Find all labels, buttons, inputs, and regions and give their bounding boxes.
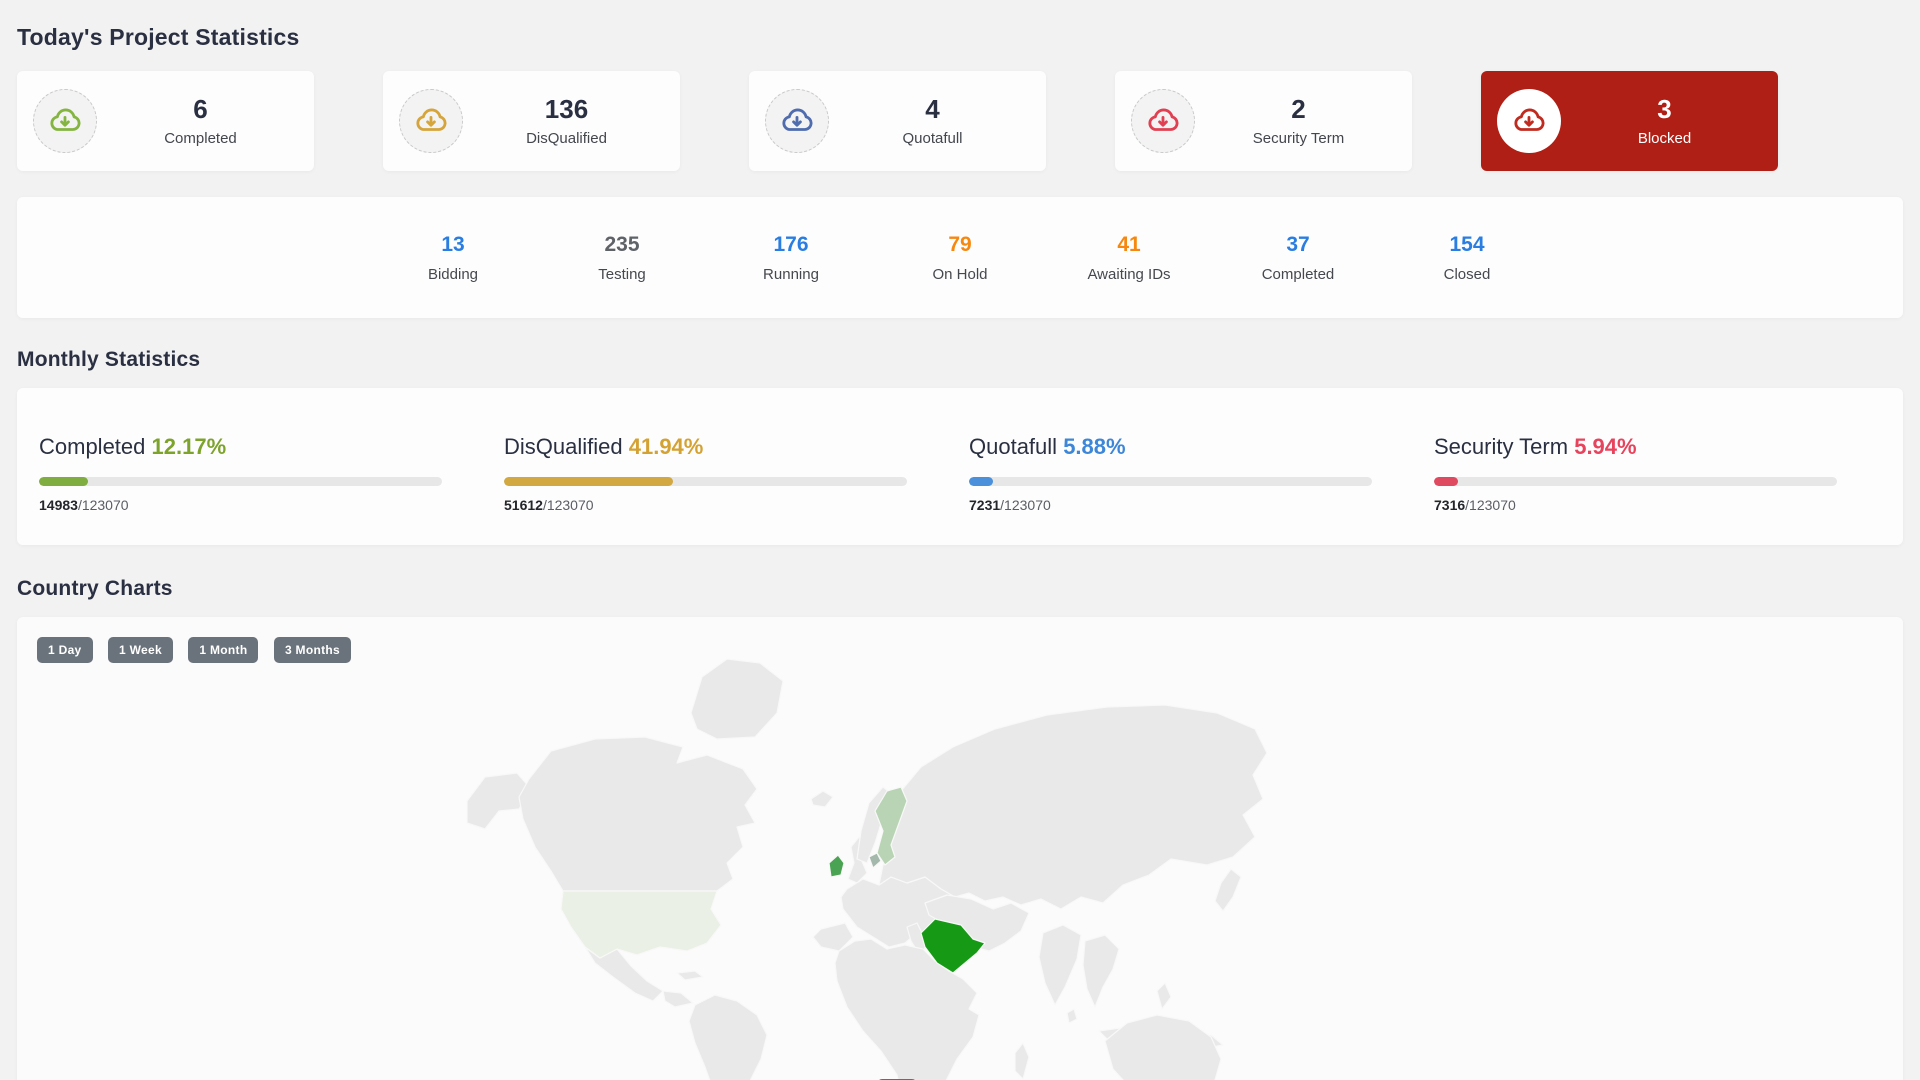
world-map[interactable] xyxy=(455,651,1275,1080)
stat-value: 3 xyxy=(1657,93,1672,124)
cloud-download-icon xyxy=(399,89,463,153)
stat-value: 2 xyxy=(1291,93,1306,124)
status-label: Completed xyxy=(1261,265,1335,283)
stat-label: Security Term xyxy=(1252,130,1345,148)
progress-fill xyxy=(39,477,89,486)
monthly-disqualified: DisQualified 41.94% 51612/123070 xyxy=(504,434,969,545)
card-security-term[interactable]: 2 Security Term xyxy=(1115,71,1412,171)
status-label: Awaiting IDs xyxy=(1087,265,1171,283)
status-value: 79 xyxy=(948,232,972,256)
monthly-total: 123070 xyxy=(81,497,129,513)
cloud-download-icon xyxy=(1131,89,1195,153)
card-disqualified[interactable]: 136 DisQualified xyxy=(383,71,680,171)
status-value: 37 xyxy=(1286,232,1310,256)
monthly-total: 123070 xyxy=(546,497,594,513)
monthly-value: 7231 xyxy=(969,497,1001,513)
map-country-ireland xyxy=(828,854,845,878)
status-completed[interactable]: 37 Completed xyxy=(1214,233,1383,283)
map-land xyxy=(466,658,1268,1080)
card-completed[interactable]: 6 Completed xyxy=(17,71,314,171)
cloud-download-icon xyxy=(1497,89,1561,153)
range-button-1-week[interactable]: 1 Week xyxy=(107,637,173,663)
page-title: Today's Project Statistics xyxy=(17,24,300,50)
status-value: 154 xyxy=(1449,232,1485,256)
monthly-statistics-title: Monthly Statistics xyxy=(17,348,201,371)
progress-fill xyxy=(969,477,993,486)
monthly-total: 123070 xyxy=(1004,497,1051,513)
range-button-1-month[interactable]: 1 Month xyxy=(188,637,259,663)
monthly-label: Completed xyxy=(39,434,146,459)
monthly-total: 123070 xyxy=(1469,497,1516,513)
progress-fill xyxy=(1434,477,1458,486)
stat-label: Completed xyxy=(164,130,237,148)
status-value: 235 xyxy=(604,232,640,256)
cloud-download-icon xyxy=(765,89,829,153)
monthly-percent: 12.17% xyxy=(151,434,227,459)
stat-label: DisQualified xyxy=(526,130,607,148)
range-button-3-months[interactable]: 3 Months xyxy=(273,637,352,663)
stat-label: Quotafull xyxy=(902,130,963,148)
dashboard: Today's Project Statistics 6 Completed 1… xyxy=(0,0,1920,1080)
status-label: Testing xyxy=(598,265,646,283)
cloud-download-icon xyxy=(33,89,97,153)
status-value: 13 xyxy=(441,232,465,256)
stat-label: Blocked xyxy=(1637,130,1692,148)
monthly-value: 7316 xyxy=(1434,497,1466,513)
monthly-completed: Completed 12.17% 14983/123070 xyxy=(39,434,504,545)
today-cards-row: 6 Completed 136 DisQualified 4 Quotafull xyxy=(17,71,1903,171)
status-label: On Hold xyxy=(932,265,988,283)
status-running[interactable]: 176 Running xyxy=(707,233,876,283)
monthly-label: DisQualified xyxy=(504,434,623,459)
monthly-percent: 5.88% xyxy=(1063,434,1126,459)
stat-value: 4 xyxy=(925,93,940,124)
status-on-hold[interactable]: 79 On Hold xyxy=(876,233,1045,283)
country-charts-card: 1 Day 1 Week 1 Month 3 Months xyxy=(17,617,1903,1080)
stat-value: 6 xyxy=(193,93,208,124)
card-quotafull[interactable]: 4 Quotafull xyxy=(749,71,1046,171)
status-value: 41 xyxy=(1117,232,1141,256)
monthly-value: 14983 xyxy=(39,497,78,513)
progress-bar xyxy=(504,477,907,486)
progress-bar xyxy=(1434,477,1837,486)
status-label: Closed xyxy=(1443,265,1491,283)
range-button-1-day[interactable]: 1 Day xyxy=(37,637,93,663)
card-blocked-selected[interactable]: 3 Blocked xyxy=(1481,71,1778,171)
monthly-percent: 5.94% xyxy=(1574,434,1637,459)
status-value: 176 xyxy=(773,232,809,256)
monthly-percent: 41.94% xyxy=(628,434,704,459)
date-range-buttons: 1 Day 1 Week 1 Month 3 Months xyxy=(37,637,1883,663)
status-awaiting-ids[interactable]: 41 Awaiting IDs xyxy=(1045,233,1214,283)
status-label: Bidding xyxy=(427,265,479,283)
progress-fill xyxy=(504,477,674,486)
status-testing[interactable]: 235 Testing xyxy=(538,233,707,283)
status-closed[interactable]: 154 Closed xyxy=(1383,233,1552,283)
monthly-statistics-card: Completed 12.17% 14983/123070 DisQualifi… xyxy=(17,388,1903,545)
country-charts-title: Country Charts xyxy=(17,577,173,600)
status-label: Running xyxy=(763,265,819,283)
monthly-security-term: Security Term 5.94% 7316/123070 xyxy=(1434,434,1899,545)
project-status-summary: 13 Bidding 235 Testing 176 Running 79 On… xyxy=(17,197,1903,318)
monthly-label: Security Term xyxy=(1434,434,1569,459)
progress-bar xyxy=(969,477,1372,486)
monthly-label: Quotafull xyxy=(969,434,1058,459)
monthly-value: 51612 xyxy=(504,497,543,513)
monthly-quotafull: Quotafull 5.88% 7231/123070 xyxy=(969,434,1434,545)
stat-value: 136 xyxy=(544,93,589,124)
status-bidding[interactable]: 13 Bidding xyxy=(369,233,538,283)
progress-bar xyxy=(39,477,442,486)
